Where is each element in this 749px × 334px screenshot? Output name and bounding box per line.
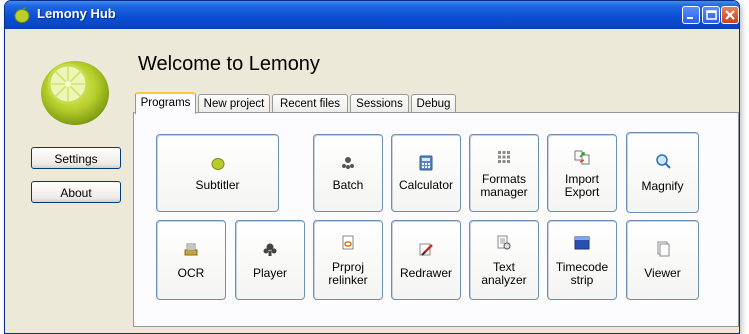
- text-analyzer-label-line2: analyzer: [481, 273, 527, 287]
- batch-button[interactable]: Batch: [313, 134, 383, 212]
- maximize-icon: [706, 10, 717, 20]
- tab-programs[interactable]: Programs: [135, 92, 196, 114]
- text-analyzer-icon: [497, 235, 511, 250]
- magnify-label: Magnify: [641, 179, 684, 193]
- prproj-relinker-label-line2: relinker: [328, 273, 368, 287]
- lemon-logo: [41, 61, 109, 125]
- formats-manager-label-line2: manager: [480, 185, 528, 199]
- import-export-icon: [574, 150, 590, 165]
- tab-sessions[interactable]: Sessions: [350, 94, 409, 113]
- app-window: Lemony Hub Settings About Welcome to Lem…: [4, 0, 740, 334]
- prproj-relinker-button[interactable]: Prproj relinker: [313, 220, 383, 300]
- formats-grid-icon: [498, 151, 510, 163]
- batch-label: Batch: [332, 178, 364, 192]
- player-label: Player: [252, 266, 287, 280]
- import-export-button[interactable]: Import Export: [547, 134, 617, 212]
- timecode-strip-icon: [574, 236, 590, 250]
- timecode-strip-label-line2: strip: [570, 273, 594, 287]
- relink-icon: [342, 235, 354, 250]
- subtitler-button[interactable]: Subtitler: [156, 134, 279, 212]
- redrawer-label: Redrawer: [399, 266, 453, 280]
- programs-panel: Subtitler Batch Calculator Formats manag…: [133, 112, 739, 327]
- maximize-button[interactable]: [702, 6, 720, 24]
- window-title: Lemony Hub: [37, 6, 116, 21]
- import-export-label-line2: Export: [564, 185, 600, 199]
- batch-icon: [342, 157, 354, 169]
- ocr-label: OCR: [177, 266, 205, 280]
- player-button[interactable]: Player: [235, 220, 305, 300]
- tab-debug[interactable]: Debug: [411, 94, 456, 113]
- calculator-label: Calculator: [398, 178, 454, 192]
- title-bar[interactable]: Lemony Hub: [5, 1, 739, 29]
- magnifier-icon: [655, 154, 671, 169]
- calculator-button[interactable]: Calculator: [391, 134, 461, 212]
- about-button[interactable]: About: [31, 181, 121, 203]
- settings-button[interactable]: Settings: [31, 147, 121, 169]
- redraw-brush-icon: [419, 243, 433, 256]
- tab-recent-files[interactable]: Recent files: [272, 94, 348, 113]
- subtitler-label: Subtitler: [195, 178, 240, 192]
- film-reel-icon: [263, 243, 277, 256]
- redrawer-button[interactable]: Redrawer: [391, 220, 461, 300]
- timecode-strip-button[interactable]: Timecode strip: [547, 220, 617, 300]
- minimize-icon: [687, 17, 693, 19]
- lemon-icon: [211, 158, 224, 170]
- calculator-icon: [419, 155, 433, 171]
- magnify-button[interactable]: Magnify: [626, 132, 699, 213]
- close-icon: [725, 10, 735, 20]
- ocr-icon: [184, 243, 198, 256]
- viewer-label: Viewer: [644, 266, 681, 280]
- close-button[interactable]: [721, 6, 739, 24]
- page-title: Welcome to Lemony: [138, 53, 320, 75]
- tab-new-project[interactable]: New project: [198, 94, 270, 113]
- minimize-button[interactable]: [682, 6, 700, 24]
- viewer-document-icon: [657, 241, 669, 257]
- lemon-app-icon: [14, 7, 30, 23]
- text-analyzer-button[interactable]: Text analyzer: [469, 220, 539, 300]
- viewer-button[interactable]: Viewer: [626, 220, 699, 300]
- formats-manager-button[interactable]: Formats manager: [469, 134, 539, 212]
- ocr-button[interactable]: OCR: [156, 220, 226, 300]
